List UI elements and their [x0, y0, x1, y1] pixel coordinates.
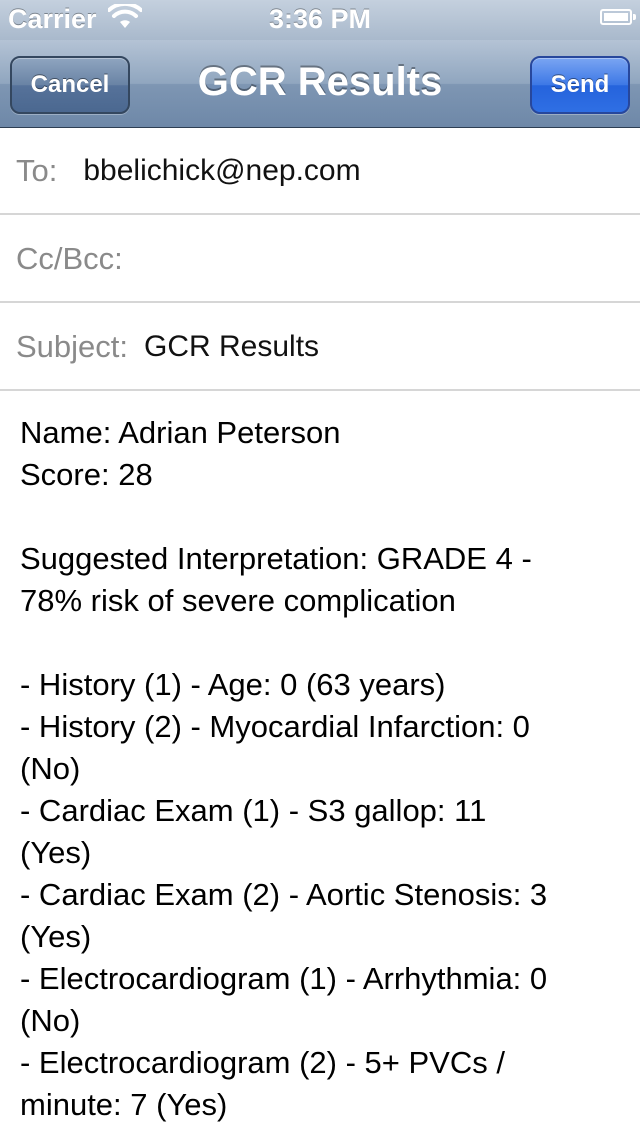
body-line: - Electrocardiogram (1) - Arrhythmia: 0 [20, 961, 548, 996]
body-line: Suggested Interpretation: GRADE 4 - [20, 541, 532, 576]
send-button[interactable]: Send [530, 56, 630, 114]
body-line: (No) [20, 1003, 81, 1038]
message-body[interactable]: Name: Adrian Peterson Score: 28 Suggeste… [20, 412, 620, 1126]
body-line: - Cardiac Exam (1) - S3 gallop: 11 [20, 793, 487, 828]
body-line: Name: Adrian Peterson [20, 415, 341, 450]
body-line: - History (1) - Age: 0 (63 years) [20, 667, 446, 702]
body-line: (No) [20, 751, 81, 786]
battery-level [604, 13, 628, 21]
battery-icon [600, 9, 636, 25]
body-line: - History (2) - Myocardial Infarction: 0 [20, 709, 530, 744]
cc-bcc-field[interactable]: Cc/Bcc: [0, 216, 640, 303]
mail-compose-screen: Carrier 3:36 PM Cancel GCR Results Send … [0, 0, 640, 1136]
status-bar: Carrier 3:36 PM [0, 0, 640, 40]
to-recipient[interactable]: bbelichick@nep.com [83, 154, 360, 188]
body-blank-line [20, 622, 620, 664]
body-line: minute: 7 (Yes) [20, 1087, 228, 1122]
cancel-button[interactable]: Cancel [10, 56, 130, 114]
status-time: 3:36 PM [268, 4, 372, 34]
body-line: - Cardiac Exam (2) - Aortic Stenosis: 3 [20, 877, 548, 912]
body-line: Score: 28 [20, 457, 153, 492]
to-field[interactable]: To: bbelichick@nep.com [0, 128, 640, 215]
body-line: (Yes) [20, 919, 92, 954]
to-label: To: [16, 152, 58, 188]
subject-label: Subject: [16, 328, 129, 364]
body-line: 78% risk of severe complication [20, 583, 456, 618]
subject-value[interactable]: GCR Results [144, 330, 319, 364]
body-line: (Yes) [20, 835, 92, 870]
navigation-bar: Cancel GCR Results Send [0, 40, 640, 128]
body-line: - Electrocardiogram (2) - 5+ PVCs / [20, 1045, 505, 1080]
subject-field[interactable]: Subject: GCR Results [0, 304, 640, 391]
cc-bcc-label: Cc/Bcc: [16, 240, 123, 276]
nav-title: GCR Results [197, 60, 443, 104]
body-blank-line [20, 496, 620, 538]
